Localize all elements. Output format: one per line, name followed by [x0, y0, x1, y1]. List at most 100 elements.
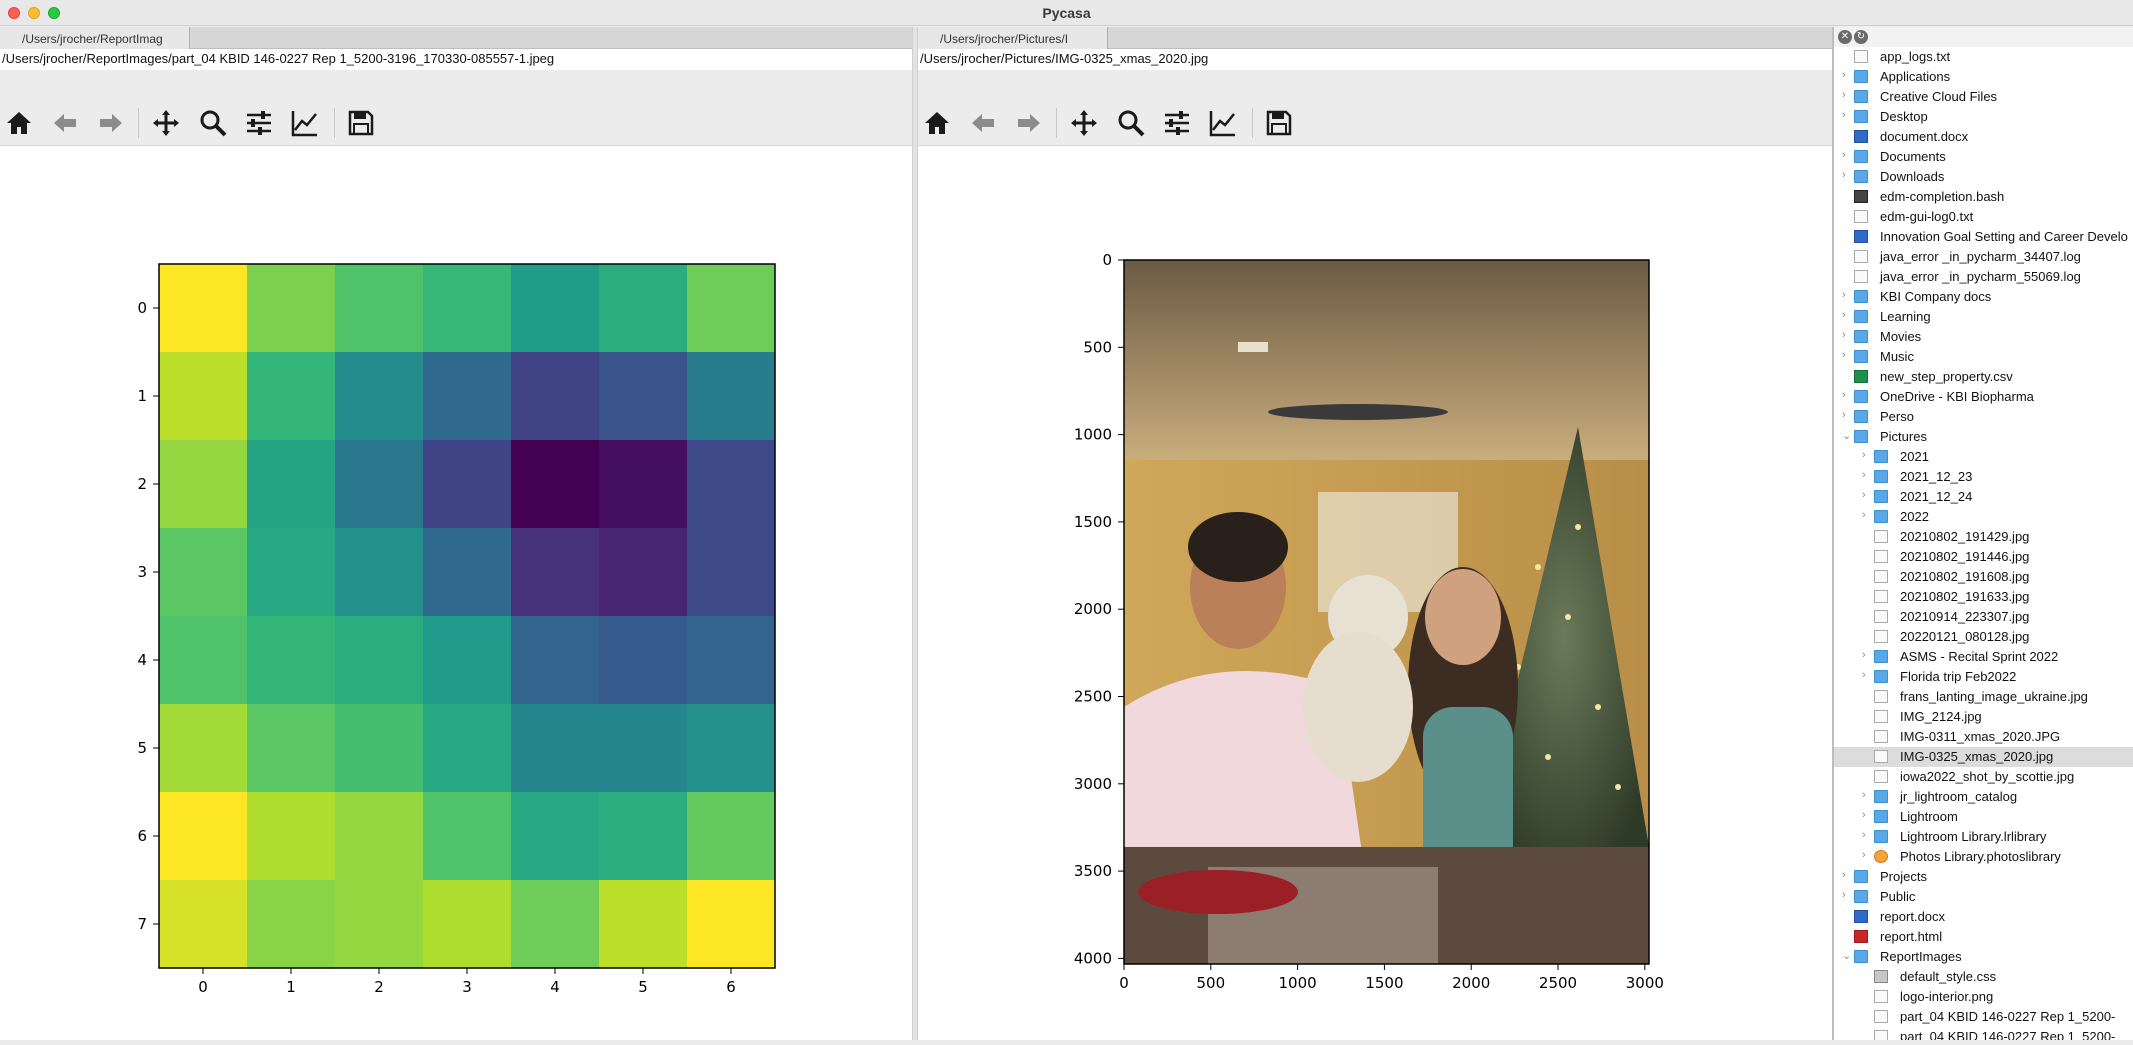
tree-folder-item[interactable]: › Florida trip Feb2022: [1834, 667, 2133, 687]
tree-folder-item[interactable]: › Music: [1834, 347, 2133, 367]
tree-folder-item[interactable]: › Downloads: [1834, 167, 2133, 187]
chevron-right-icon[interactable]: ›: [1842, 109, 1854, 121]
tree-folder-item[interactable]: › 2021_12_24: [1834, 487, 2133, 507]
tree-folder-item[interactable]: › 2021: [1834, 447, 2133, 467]
tree-folder-item[interactable]: ⌄ ReportImages: [1834, 947, 2133, 967]
edit-axis-button[interactable]: [288, 106, 322, 140]
tree-file-item[interactable]: 20210914_223307.jpg: [1834, 607, 2133, 627]
chevron-right-icon[interactable]: ›: [1842, 69, 1854, 81]
edit-axis-icon: [1209, 111, 1235, 137]
tree-folder-item[interactable]: › 2022: [1834, 507, 2133, 527]
tree-file-item[interactable]: part_04 KBID 146-0227 Rep 1_5200-: [1834, 1007, 2133, 1027]
tree-file-item[interactable]: default_style.css: [1834, 967, 2133, 987]
chevron-right-icon[interactable]: ›: [1862, 669, 1874, 681]
tree-file-item[interactable]: new_step_property.csv: [1834, 367, 2133, 387]
tree-folder-item[interactable]: › Public: [1834, 887, 2133, 907]
tree-folder-item[interactable]: › Movies: [1834, 327, 2133, 347]
tree-folder-item[interactable]: › Lightroom: [1834, 807, 2133, 827]
tree-folder-item[interactable]: › Perso: [1834, 407, 2133, 427]
tree-file-item[interactable]: edm-completion.bash: [1834, 187, 2133, 207]
tree-file-item[interactable]: document.docx: [1834, 127, 2133, 147]
tree-file-item[interactable]: java_error _in_pycharm_34407.log: [1834, 247, 2133, 267]
chevron-right-icon[interactable]: ›: [1842, 869, 1854, 881]
tree-file-item[interactable]: IMG_2124.jpg: [1834, 707, 2133, 727]
tree-file-item[interactable]: IMG-0325_xmas_2020.jpg: [1834, 747, 2133, 767]
tree-file-item[interactable]: java_error _in_pycharm_55069.log: [1834, 267, 2133, 287]
save-button[interactable]: [1262, 106, 1296, 140]
configure-subplots-button[interactable]: [242, 106, 276, 140]
chevron-right-icon[interactable]: ›: [1842, 329, 1854, 341]
tree-folder-item[interactable]: › Creative Cloud Files: [1834, 87, 2133, 107]
tree-file-item[interactable]: 20220121_080128.jpg: [1834, 627, 2133, 647]
tree-folder-item[interactable]: › Desktop: [1834, 107, 2133, 127]
tree-folder-item[interactable]: › Documents: [1834, 147, 2133, 167]
chevron-right-icon[interactable]: ›: [1862, 649, 1874, 661]
tree-folder-item[interactable]: › Applications: [1834, 67, 2133, 87]
zoom-button[interactable]: [196, 106, 230, 140]
chevron-right-icon[interactable]: ›: [1842, 389, 1854, 401]
tree-file-item[interactable]: › Photos Library.photoslibrary: [1834, 847, 2133, 867]
chevron-right-icon[interactable]: ›: [1862, 849, 1874, 861]
zoom-button[interactable]: [1114, 106, 1148, 140]
tree-file-item[interactable]: report.html: [1834, 927, 2133, 947]
back-arrow-button[interactable]: [48, 106, 82, 140]
tree-file-item[interactable]: IMG-0311_xmas_2020.JPG: [1834, 727, 2133, 747]
home-button[interactable]: [2, 106, 36, 140]
left-plot-canvas[interactable]: 0 1 2 3 4 5 6 0 1 2 3 4 5 6 7: [0, 147, 912, 1040]
chevron-right-icon[interactable]: ›: [1842, 889, 1854, 901]
tree-file-item[interactable]: 20210802_191633.jpg: [1834, 587, 2133, 607]
tree-folder-item[interactable]: › ASMS - Recital Sprint 2022: [1834, 647, 2133, 667]
chevron-down-icon[interactable]: ⌄: [1842, 949, 1854, 962]
folder-icon: [1854, 890, 1868, 903]
tree-folder-item[interactable]: › KBI Company docs: [1834, 287, 2133, 307]
chevron-right-icon[interactable]: ›: [1862, 449, 1874, 461]
tree-folder-item[interactable]: › 2021_12_23: [1834, 467, 2133, 487]
tree-file-item[interactable]: iowa2022_shot_by_scottie.jpg: [1834, 767, 2133, 787]
tree-folder-item[interactable]: › Lightroom Library.lrlibrary: [1834, 827, 2133, 847]
save-button[interactable]: [344, 106, 378, 140]
tree-file-item[interactable]: logo-interior.png: [1834, 987, 2133, 1007]
chevron-right-icon[interactable]: ›: [1862, 789, 1874, 801]
refresh-icon[interactable]: ↻: [1854, 30, 1868, 44]
pan-button[interactable]: [149, 106, 183, 140]
right-plot-canvas[interactable]: 0 500 1000 1500 2000 2500 3000 0 500 1000 1500 2000…: [918, 147, 1832, 1040]
chevron-right-icon[interactable]: ›: [1842, 409, 1854, 421]
tree-file-item[interactable]: 20210802_191429.jpg: [1834, 527, 2133, 547]
close-icon[interactable]: ✕: [1838, 30, 1852, 44]
tree-file-item[interactable]: app_logs.txt: [1834, 47, 2133, 67]
tree-folder-item[interactable]: › Learning: [1834, 307, 2133, 327]
right-tab[interactable]: /Users/jrocher/Pictures/I: [918, 27, 1108, 49]
tree-file-item[interactable]: report.docx: [1834, 907, 2133, 927]
tree-file-item[interactable]: 20210802_191608.jpg: [1834, 567, 2133, 587]
chevron-down-icon[interactable]: ⌄: [1842, 429, 1854, 442]
chevron-right-icon[interactable]: ›: [1842, 149, 1854, 161]
tree-file-item[interactable]: Innovation Goal Setting and Career Devel…: [1834, 227, 2133, 247]
chevron-right-icon[interactable]: ›: [1862, 489, 1874, 501]
edit-axis-button[interactable]: [1206, 106, 1240, 140]
tree-file-item[interactable]: frans_lanting_image_ukraine.jpg: [1834, 687, 2133, 707]
home-button[interactable]: [920, 106, 954, 140]
chevron-right-icon[interactable]: ›: [1862, 509, 1874, 521]
chevron-right-icon[interactable]: ›: [1862, 829, 1874, 841]
tree-file-item[interactable]: edm-gui-log0.txt: [1834, 207, 2133, 227]
tree-folder-item[interactable]: › OneDrive - KBI Biopharma: [1834, 387, 2133, 407]
configure-subplots-button[interactable]: [1160, 106, 1194, 140]
chevron-right-icon[interactable]: ›: [1842, 169, 1854, 181]
forward-arrow-button[interactable]: [1012, 106, 1046, 140]
chevron-right-icon[interactable]: ›: [1862, 809, 1874, 821]
tree-file-item[interactable]: part_04 KBID 146-0227 Rep 1_5200-: [1834, 1027, 2133, 1040]
chevron-right-icon[interactable]: ›: [1862, 469, 1874, 481]
pan-button[interactable]: [1067, 106, 1101, 140]
back-arrow-button[interactable]: [966, 106, 1000, 140]
tree-folder-item[interactable]: ⌄ Pictures: [1834, 427, 2133, 447]
tree-folder-item[interactable]: › Projects: [1834, 867, 2133, 887]
tree-folder-item[interactable]: › jr_lightroom_catalog: [1834, 787, 2133, 807]
chevron-right-icon[interactable]: ›: [1842, 289, 1854, 301]
chevron-right-icon[interactable]: ›: [1842, 89, 1854, 101]
left-tab[interactable]: /Users/jrocher/ReportImag: [0, 27, 190, 49]
tree-item-label: Florida trip Feb2022: [1900, 669, 2017, 684]
chevron-right-icon[interactable]: ›: [1842, 309, 1854, 321]
forward-arrow-button[interactable]: [94, 106, 128, 140]
tree-file-item[interactable]: 20210802_191446.jpg: [1834, 547, 2133, 567]
chevron-right-icon[interactable]: ›: [1842, 349, 1854, 361]
